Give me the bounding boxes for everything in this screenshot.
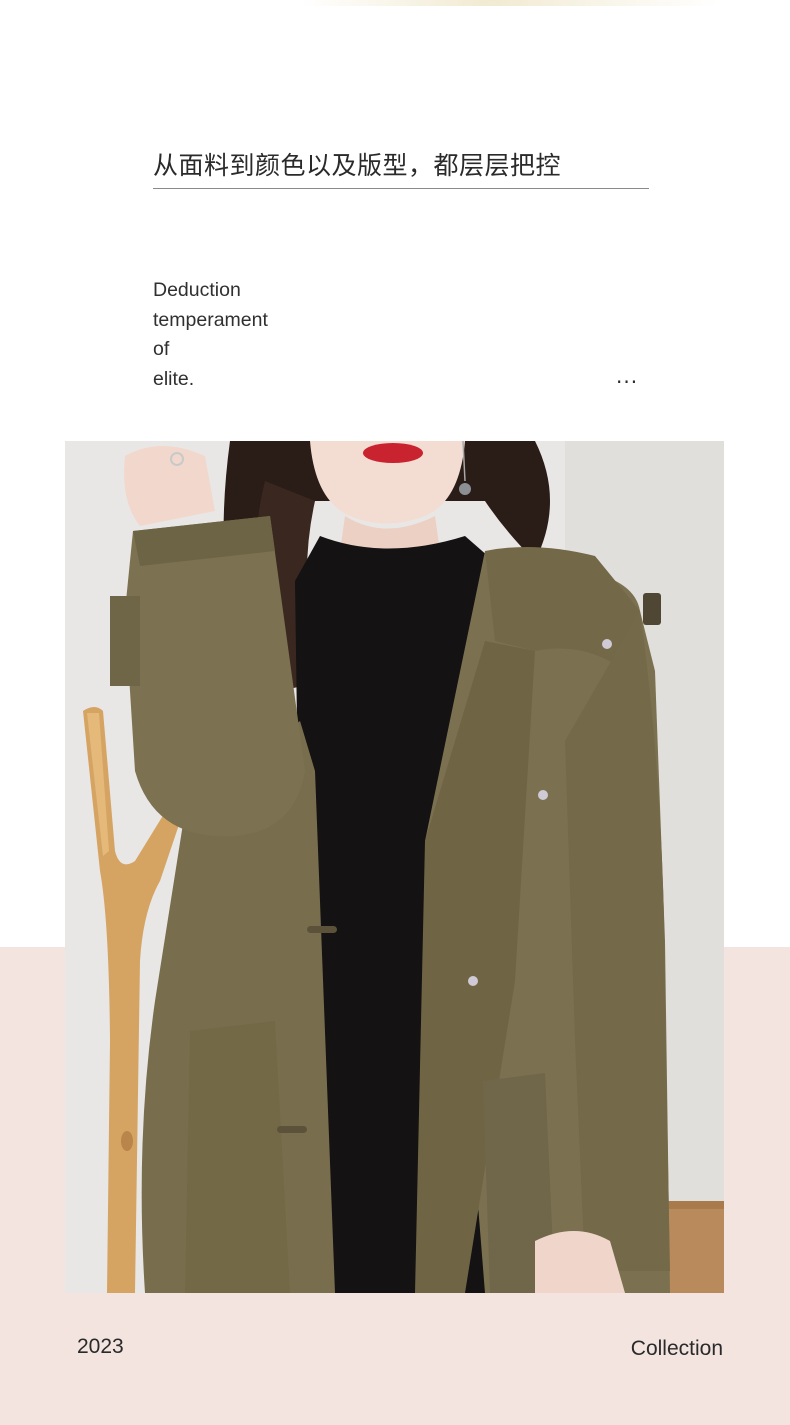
ellipsis-mark: ... [616, 364, 639, 388]
lips [363, 443, 423, 463]
coat-toggle [277, 1126, 307, 1133]
left-pocket [185, 1021, 290, 1293]
coat-button [468, 976, 478, 986]
year-label: 2023 [77, 1335, 124, 1358]
coat-button [602, 639, 612, 649]
headline-underline [153, 188, 649, 189]
product-photo [65, 441, 724, 1293]
coat-toggle [307, 926, 337, 933]
top-glow-decoration [300, 0, 720, 6]
earring [459, 483, 471, 495]
coat-illustration [65, 441, 724, 1293]
collection-label: Collection [630, 1337, 723, 1360]
tagline-line: Deduction [153, 279, 241, 301]
tagline: Deduction temperament of elite. [153, 276, 373, 394]
tagline-line: of [153, 338, 170, 361]
coat-button [538, 790, 548, 800]
tagline-line: temperament [153, 308, 268, 331]
tagline-line: elite. [153, 367, 195, 390]
headline: 从面料到颜色以及版型，都层层把控 [153, 151, 562, 180]
